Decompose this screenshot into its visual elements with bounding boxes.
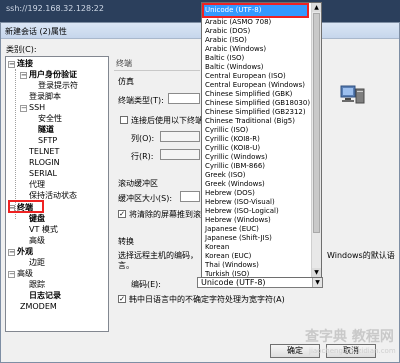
tree-item-login-script[interactable]: 登录脚本: [29, 92, 61, 102]
background-address: ssh://192.168.32.128:22: [6, 4, 104, 13]
use-following-size-label: 连接后使用以下终端: [131, 116, 203, 125]
dropdown-option[interactable]: Korean: [205, 243, 229, 252]
tree-item-keyboard[interactable]: 键盘: [29, 214, 45, 224]
tree-item-serial[interactable]: SERIAL: [29, 169, 57, 179]
dropdown-option[interactable]: Hebrew (ISO-Logical): [205, 207, 279, 216]
buffer-size-input[interactable]: [180, 191, 200, 202]
tree-item-ssh[interactable]: − SSH: [20, 103, 45, 113]
push-erased-label: 将清除的屏幕推到滚: [129, 210, 201, 219]
chevron-down-icon[interactable]: ▼: [312, 278, 322, 287]
push-erased-checkbox[interactable]: ✓: [118, 210, 126, 218]
tree-item-sftp[interactable]: SFTP: [38, 136, 57, 146]
tree-item-tunnel[interactable]: 隧道: [38, 125, 54, 135]
tree-item-user-auth[interactable]: − 用户身份验证: [20, 70, 77, 80]
collapse-icon[interactable]: −: [20, 71, 27, 79]
dropdown-option[interactable]: Greek (Windows): [205, 180, 265, 189]
encoding-label: 编码(E):: [131, 280, 161, 289]
tree-item-rlogin[interactable]: RLOGIN: [29, 158, 60, 168]
tree-guide-line: [15, 69, 16, 219]
tree-item-trace[interactable]: 跟踪: [29, 280, 45, 290]
watermark-url: jiaocheng.chazidian.com: [309, 347, 396, 355]
dropdown-option[interactable]: Arabic (ASMO 708): [205, 18, 271, 27]
tree-item-advanced2[interactable]: − 高级: [8, 269, 33, 279]
dropdown-option[interactable]: Hebrew (ISO-Visual): [205, 198, 275, 207]
dropdown-option[interactable]: Central European (Windows): [205, 81, 305, 90]
terminal-type-label: 终端类型(T):: [118, 96, 164, 105]
terminal-type-select[interactable]: [168, 93, 200, 104]
convert-description-tail: Windows的默认语: [327, 251, 395, 260]
category-tree[interactable]: − 连接 − 用户身份验证 登录提示符 登录脚本 − SSH 安全性 隧道 SFTP …: [5, 56, 109, 332]
tree-item-zmodem[interactable]: ZMODEM: [20, 302, 57, 312]
dropdown-option[interactable]: Arabic (DOS): [205, 27, 250, 36]
header-divider: [114, 70, 200, 71]
encoding-select-value: Unicode (UTF-8): [201, 278, 266, 287]
dropdown-option[interactable]: Chinese Simplified (GBK): [205, 90, 292, 99]
tree-item-telnet[interactable]: TELNET: [29, 147, 59, 157]
dropdown-option[interactable]: Greek (ISO): [205, 171, 246, 180]
tree-item-vt-mode[interactable]: VT 模式: [29, 225, 58, 235]
collapse-icon[interactable]: −: [8, 270, 15, 278]
collapse-icon[interactable]: −: [8, 248, 15, 256]
cjk-ambiguous-checkbox[interactable]: ✓: [118, 295, 126, 303]
scrollbar-thumb[interactable]: [313, 13, 320, 233]
dropdown-scrollbar[interactable]: ▲ ▼: [311, 3, 321, 277]
category-label: 类别(C):: [6, 45, 37, 54]
tree-item-security[interactable]: 安全性: [38, 114, 62, 124]
dropdown-option[interactable]: Korean (EUC): [205, 252, 251, 261]
dropdown-option[interactable]: Thai (Windows): [205, 261, 259, 270]
encoding-select[interactable]: Unicode (UTF-8) ▼: [197, 277, 323, 288]
columns-input[interactable]: [160, 131, 200, 142]
tree-item-appearance[interactable]: − 外观: [8, 247, 33, 257]
dropdown-option[interactable]: Cyrillic (IBM-866): [205, 162, 265, 171]
collapse-icon[interactable]: −: [20, 104, 27, 112]
annotation-red-box-selected: [202, 3, 309, 18]
cjk-ambiguous-label: 韩中日语言中的不确定字符处理为宽字符(A): [129, 295, 285, 304]
dropdown-option[interactable]: Baltic (Windows): [205, 63, 264, 72]
annotation-red-box-terminal: [8, 200, 44, 213]
tree-item-margin[interactable]: 边距: [29, 258, 45, 268]
convert-section-title: 转换: [118, 237, 134, 246]
dropdown-option[interactable]: Cyrillic (Windows): [205, 153, 267, 162]
watermark-brand: 查字典 教程网: [305, 329, 394, 345]
tree-item-proxy[interactable]: 代理: [29, 180, 45, 190]
tree-item-login-prompt[interactable]: 登录提示符: [38, 81, 78, 91]
rows-label: 行(R):: [131, 152, 154, 161]
dropdown-option[interactable]: Turkish (ISO): [205, 270, 249, 277]
dropdown-option[interactable]: Hebrew (DOS): [205, 189, 255, 198]
title-bar: 新建会话 (2)属性: [1, 23, 399, 39]
window-title: 新建会话 (2)属性: [5, 27, 67, 36]
convert-description-line2: 言。: [118, 261, 134, 270]
computer-icon: [340, 85, 366, 107]
tree-item-advanced[interactable]: 高级: [29, 236, 45, 246]
buffer-size-label: 缓冲区大小(S):: [118, 194, 173, 203]
dropdown-option[interactable]: Chinese Simplified (GB2312): [205, 108, 306, 117]
dropdown-option[interactable]: Cyrillic (KOI8-R): [205, 135, 260, 144]
dropdown-option[interactable]: Hebrew (Windows): [205, 216, 271, 225]
scroll-section-title: 滚动缓冲区: [118, 179, 158, 188]
dropdown-option[interactable]: Central European (ISO): [205, 72, 286, 81]
scroll-up-icon[interactable]: ▲: [312, 3, 321, 12]
panel-header: 终端: [116, 59, 132, 68]
dropdown-option[interactable]: Chinese Simplified (GB18030): [205, 99, 310, 108]
rows-input[interactable]: [160, 149, 200, 160]
tree-item-logging[interactable]: 日志记录: [29, 291, 61, 301]
use-following-size-checkbox[interactable]: [120, 116, 128, 124]
encoding-dropdown-list[interactable]: Unicode (UTF-8) Arabic (ASMO 708) Arabic …: [201, 2, 322, 278]
scroll-down-icon[interactable]: ▼: [312, 268, 321, 277]
dropdown-option[interactable]: Baltic (ISO): [205, 54, 244, 63]
dropdown-option[interactable]: Japanese (EUC): [205, 225, 259, 234]
tree-item-connection[interactable]: − 连接: [8, 59, 33, 69]
dropdown-option[interactable]: Arabic (Windows): [205, 45, 266, 54]
dropdown-option[interactable]: Japanese (Shift-JIS): [205, 234, 272, 243]
columns-label: 列(O):: [131, 134, 155, 143]
dropdown-option[interactable]: Cyrillic (KOI8-U): [205, 144, 260, 153]
dropdown-option[interactable]: Cyrillic (ISO): [205, 126, 248, 135]
dropdown-option[interactable]: Arabic (ISO): [205, 36, 247, 45]
emulation-section-title: 仿真: [118, 77, 134, 86]
dropdown-option[interactable]: Chinese Traditional (Big5): [205, 117, 295, 126]
collapse-icon[interactable]: −: [8, 60, 15, 68]
